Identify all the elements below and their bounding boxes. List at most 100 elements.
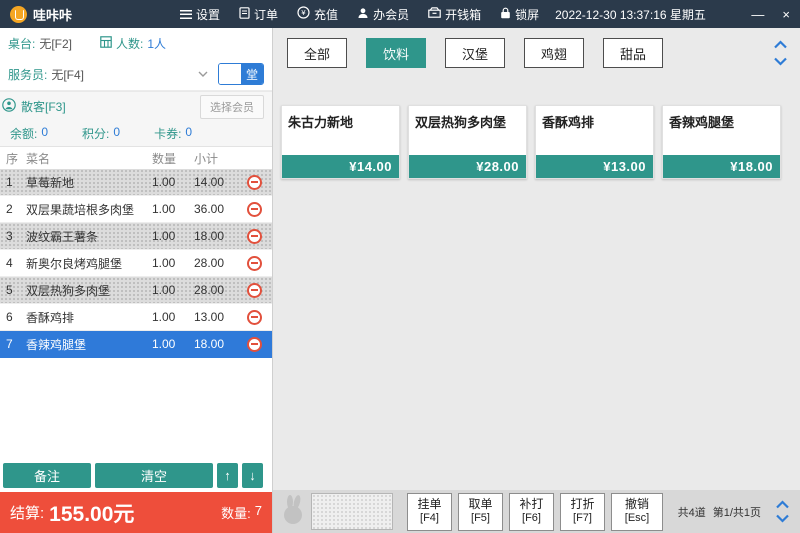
close-button[interactable]: × <box>782 8 790 21</box>
tab-drinks[interactable]: 饮料 <box>366 38 426 68</box>
menu-orders[interactable]: 订单 <box>239 6 278 23</box>
row-subtotal: 14.00 <box>194 175 242 189</box>
page-up-icon[interactable] <box>775 500 790 509</box>
remove-item-icon[interactable] <box>247 256 262 271</box>
discount-key: [F7] <box>573 512 592 526</box>
table-value[interactable]: 无[F2] <box>39 35 72 52</box>
order-row-selected[interactable]: 7 香辣鸡腿堡 1.00 18.00 <box>0 331 272 358</box>
remove-item-icon[interactable] <box>247 310 262 325</box>
row-del-cell <box>242 229 266 244</box>
cancel-key: [Esc] <box>625 512 649 526</box>
product-name: 香酥鸡排 <box>536 106 653 155</box>
remark-button[interactable]: 备注 <box>3 463 91 488</box>
page-down-icon[interactable] <box>775 514 790 523</box>
row-del-cell <box>242 283 266 298</box>
product-name: 香辣鸡腿堡 <box>663 106 780 155</box>
row-subtotal: 28.00 <box>194 283 242 297</box>
menu-membership[interactable]: 办会员 <box>357 6 409 23</box>
category-down-icon[interactable] <box>773 57 788 66</box>
tab-burgers[interactable]: 汉堡 <box>445 38 505 68</box>
tab-wings[interactable]: 鸡翅 <box>524 38 584 68</box>
order-row[interactable]: 1 草莓新地 1.00 14.00 <box>0 169 272 196</box>
coupon-label: 卡券: <box>154 125 181 142</box>
row-qty: 1.00 <box>152 256 194 270</box>
toggle-off-segment <box>219 64 241 84</box>
people-value[interactable]: 1人 <box>147 35 166 52</box>
people-group: 人数: 1人 <box>100 35 166 52</box>
clear-button[interactable]: 清空 <box>95 463 213 488</box>
move-down-button[interactable]: ↓ <box>242 463 263 488</box>
select-member-button[interactable]: 选择会员 <box>200 95 264 119</box>
product-card[interactable]: 香辣鸡腿堡 ¥18.00 <box>662 105 781 179</box>
dine-in-toggle[interactable]: 堂 <box>218 63 264 85</box>
cancel-button[interactable]: 撤销 [Esc] <box>611 493 663 531</box>
row-name: 新奥尔良烤鸡腿堡 <box>26 255 152 272</box>
discount-button[interactable]: 打折 [F7] <box>560 493 605 531</box>
product-price: ¥28.00 <box>409 155 526 178</box>
waiter-value[interactable]: 无[F4] <box>51 66 84 83</box>
item-count-text: 共4道 <box>678 504 706 520</box>
tab-all[interactable]: 全部 <box>287 38 347 68</box>
toggle-on-segment: 堂 <box>241 64 263 84</box>
menu-settings[interactable]: 设置 <box>180 6 220 23</box>
row-no: 3 <box>6 229 26 243</box>
product-price: ¥14.00 <box>282 155 399 178</box>
order-row[interactable]: 5 双层热狗多肉堡 1.00 28.00 <box>0 277 272 304</box>
cashbox-icon <box>428 7 441 21</box>
hold-order-key: [F4] <box>420 512 439 526</box>
menu-lockscreen-label: 锁屏 <box>515 6 539 23</box>
menu-recharge-label: 充值 <box>314 6 338 23</box>
remove-item-icon[interactable] <box>247 202 262 217</box>
row-del-cell <box>242 202 266 217</box>
row-no: 1 <box>6 175 26 189</box>
reprint-key: [F6] <box>522 512 541 526</box>
settle-qty: 数量: 7 <box>221 503 262 522</box>
waiter-dropdown-chevron-icon[interactable] <box>198 71 208 77</box>
product-card[interactable]: 朱古力新地 ¥14.00 <box>281 105 400 179</box>
remove-item-icon[interactable] <box>247 283 262 298</box>
minimize-button[interactable]: — <box>751 8 764 21</box>
product-card[interactable]: 香酥鸡排 ¥13.00 <box>535 105 654 179</box>
hold-order-button[interactable]: 挂单 [F4] <box>407 493 452 531</box>
order-row[interactable]: 3 波纹霸王薯条 1.00 18.00 <box>0 223 272 250</box>
menu-recharge[interactable]: ¥ 充值 <box>297 6 338 23</box>
category-scroll <box>773 38 788 66</box>
top-menu: 设置 订单 ¥ 充值 办会员 开钱箱 锁屏 <box>180 6 539 23</box>
reprint-button[interactable]: 补打 [F6] <box>509 493 554 531</box>
order-panel: 桌台: 无[F2] 人数: 1人 服务员: 无[F4] 堂 散客 <box>0 28 273 533</box>
settle-bar[interactable]: 结算: 155.00元 数量: 7 <box>0 492 272 533</box>
row-subtotal: 36.00 <box>194 202 242 216</box>
move-up-button[interactable]: ↑ <box>217 463 238 488</box>
customer-label[interactable]: 散客[F3] <box>21 98 66 115</box>
row-no: 5 <box>6 283 26 297</box>
order-row[interactable]: 2 双层果蔬培根多肉堡 1.00 36.00 <box>0 196 272 223</box>
remove-item-icon[interactable] <box>247 229 262 244</box>
main-area: 桌台: 无[F2] 人数: 1人 服务员: 无[F4] 堂 散客 <box>0 28 800 533</box>
menu-lockscreen[interactable]: 锁屏 <box>500 6 539 23</box>
row-name: 香辣鸡腿堡 <box>26 336 152 353</box>
mascot-icon <box>281 494 305 529</box>
retrieve-order-button[interactable]: 取单 [F5] <box>458 493 503 531</box>
row-del-cell <box>242 256 266 271</box>
people-label: 人数: <box>116 35 143 52</box>
remove-item-icon[interactable] <box>247 337 262 352</box>
tab-desserts[interactable]: 甜品 <box>603 38 663 68</box>
svg-text:¥: ¥ <box>301 8 306 17</box>
menu-cashbox[interactable]: 开钱箱 <box>428 6 481 23</box>
product-price: ¥18.00 <box>663 155 780 178</box>
remove-item-icon[interactable] <box>247 175 262 190</box>
category-up-icon[interactable] <box>773 40 788 49</box>
points-value: 0 <box>113 125 120 142</box>
balance-value: 0 <box>41 125 48 142</box>
scan-input[interactable] <box>311 493 393 530</box>
row-qty: 1.00 <box>152 310 194 324</box>
product-card[interactable]: 双层热狗多肉堡 ¥28.00 <box>408 105 527 179</box>
row-name: 双层果蔬培根多肉堡 <box>26 201 152 218</box>
row-subtotal: 28.00 <box>194 256 242 270</box>
menu-cashbox-label: 开钱箱 <box>445 6 481 23</box>
order-row[interactable]: 4 新奥尔良烤鸡腿堡 1.00 28.00 <box>0 250 272 277</box>
table-row: 桌台: 无[F2] 人数: 1人 <box>0 28 272 58</box>
order-row[interactable]: 6 香酥鸡排 1.00 13.00 <box>0 304 272 331</box>
app-logo-icon <box>10 6 27 23</box>
row-no: 4 <box>6 256 26 270</box>
